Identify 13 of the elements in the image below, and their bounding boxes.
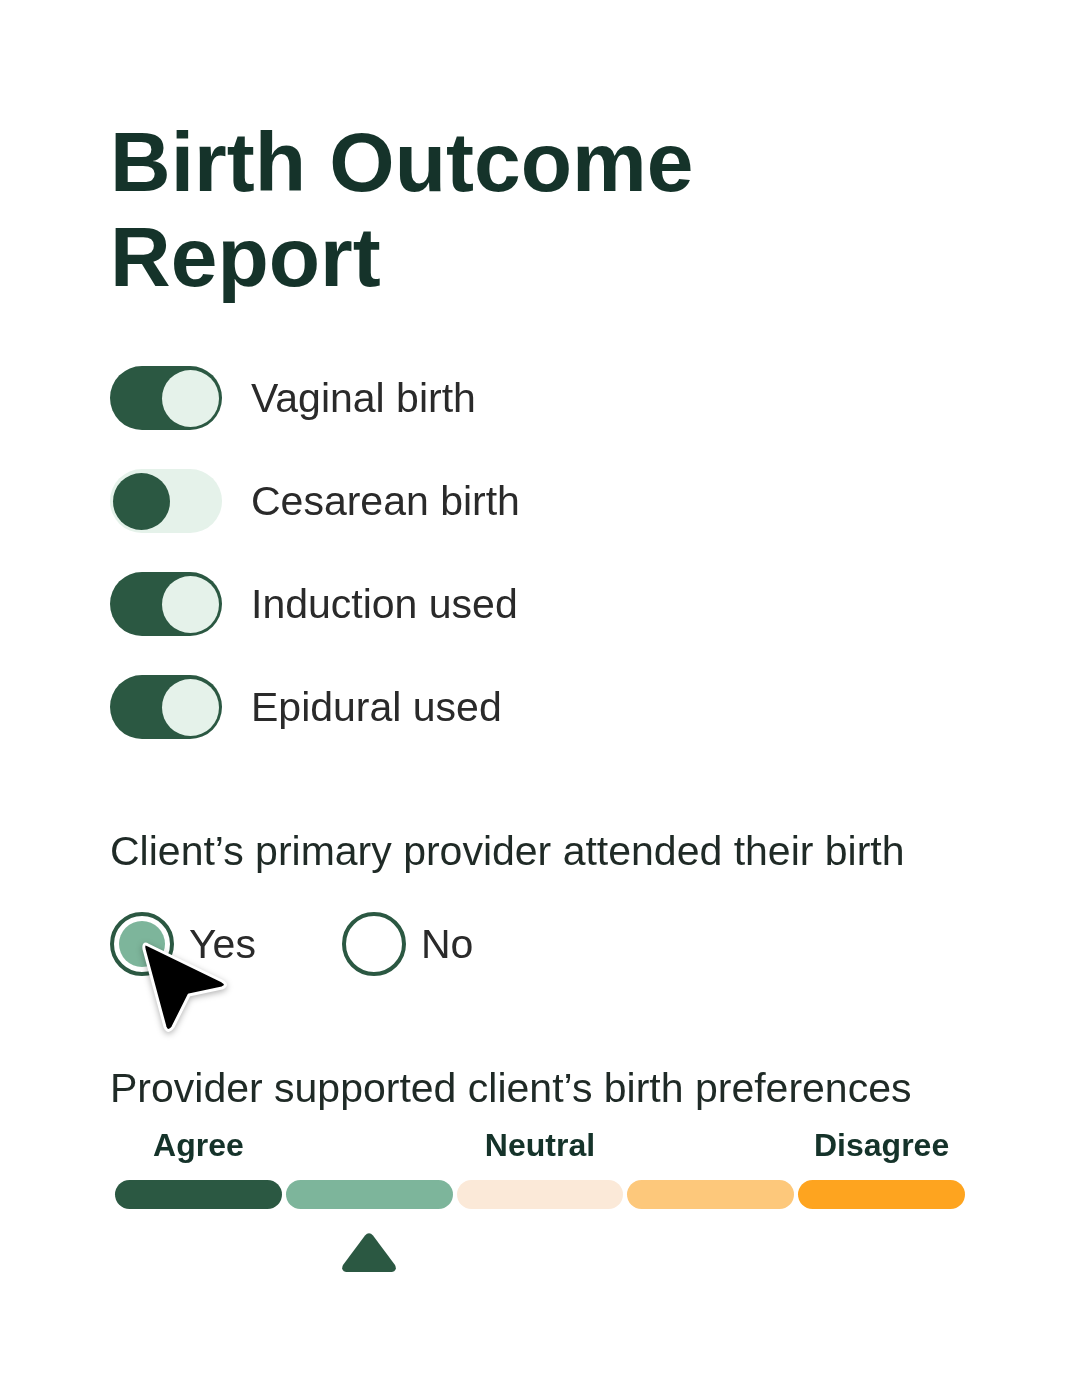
radio-label: No <box>420 920 474 968</box>
radio-label: Yes <box>189 920 256 968</box>
scale-segment[interactable] <box>115 1180 282 1209</box>
scale-label: Disagree <box>814 1126 950 1164</box>
question-text: Client’s primary provider attended their birth <box>110 827 906 875</box>
scale-label: Neutral <box>484 1126 596 1164</box>
scale-label: Agree <box>153 1126 244 1164</box>
toggle-label: Epidural used <box>251 683 502 731</box>
page-title: Birth Outcome Report <box>110 115 695 305</box>
toggle-label: Vaginal birth <box>251 374 476 422</box>
question-text: Provider supported client’s birth preferences <box>110 1064 913 1112</box>
toggle-label: Induction used <box>251 580 518 628</box>
toggle-label: Cesarean birth <box>251 477 520 525</box>
